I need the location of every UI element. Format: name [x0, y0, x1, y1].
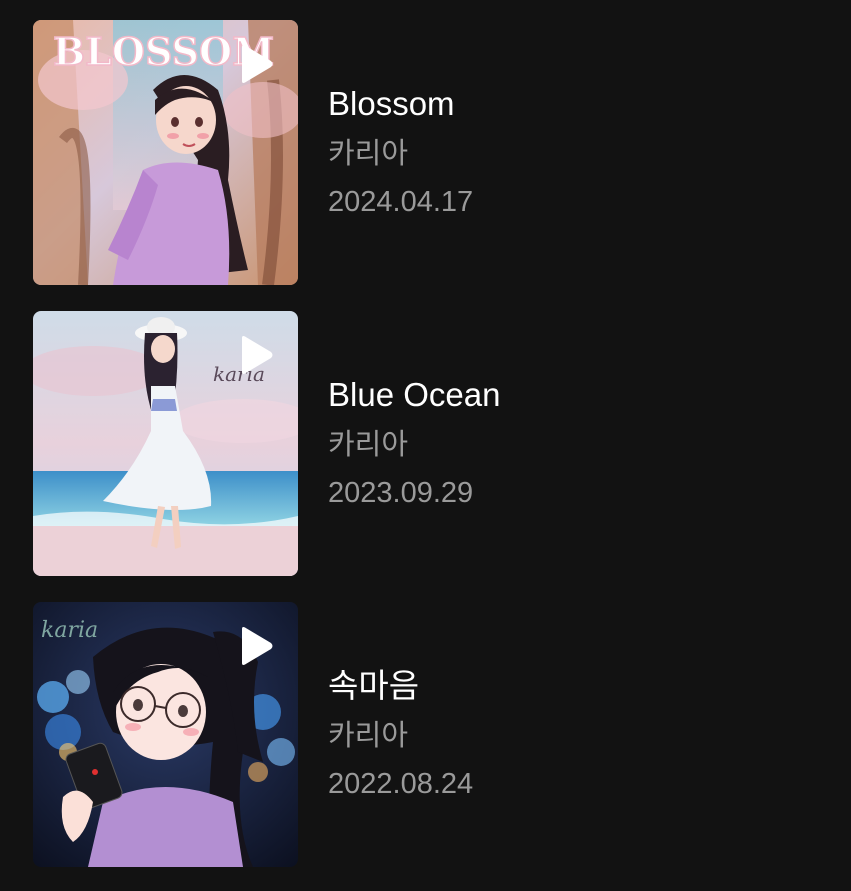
album-item-blossom[interactable]: BLOSSOM Blossom 카리아 2024.04.17	[33, 20, 833, 285]
album-meta: Blossom 카리아 2024.04.17	[328, 84, 473, 221]
play-icon[interactable]	[238, 44, 274, 84]
album-meta: Blue Ocean 카리아 2023.09.29	[328, 375, 500, 512]
album-meta: 속마음 카리아 2022.08.24	[328, 666, 473, 803]
play-icon[interactable]	[238, 335, 274, 375]
play-icon[interactable]	[238, 626, 274, 666]
album-release-date: 2023.09.29	[328, 477, 474, 509]
album-cover-sokmaeum[interactable]: karia	[33, 602, 298, 867]
album-release-date: 2022.08.24	[328, 768, 474, 800]
album-item-sokmaeum[interactable]: karia 속마음 카리아 2022.08.24	[33, 602, 833, 867]
cover-text-sokmaeum: karia	[41, 618, 98, 643]
album-item-blue-ocean[interactable]: karia Blue Ocean 카리아 2023.09.29	[33, 311, 833, 576]
album-cover-blue-ocean[interactable]: karia	[33, 311, 298, 576]
album-artist[interactable]: 카리아	[328, 716, 473, 754]
album-title[interactable]: Blossom	[328, 84, 473, 124]
album-title[interactable]: Blue Ocean	[328, 375, 500, 415]
album-release-date: 2024.04.17	[328, 186, 474, 218]
album-cover-blossom[interactable]: BLOSSOM	[33, 20, 298, 285]
album-artist[interactable]: 카리아	[328, 425, 500, 463]
album-title[interactable]: 속마음	[328, 666, 473, 706]
album-list: BLOSSOM Blossom 카리아 2024.04.17 karia Blu…	[0, 0, 851, 891]
album-artist[interactable]: 카리아	[328, 134, 473, 172]
